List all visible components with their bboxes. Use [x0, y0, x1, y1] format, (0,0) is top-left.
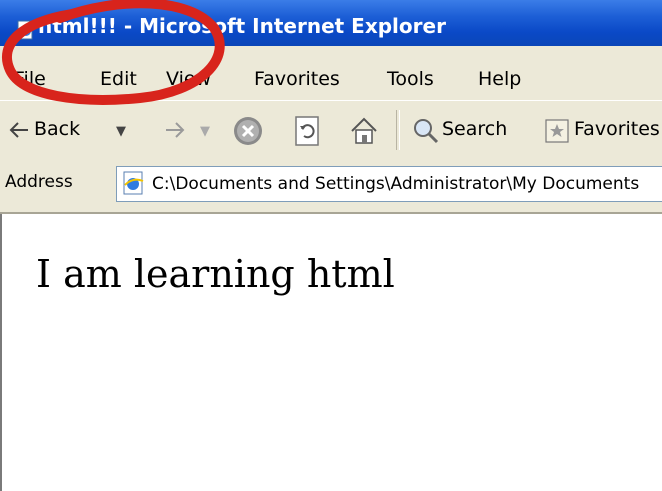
title-bar: html!!! - Microsoft Internet Explorer: [0, 0, 662, 46]
stop-icon[interactable]: [232, 115, 264, 147]
refresh-icon[interactable]: [292, 115, 322, 147]
ie-page-icon: [123, 171, 144, 195]
home-icon[interactable]: [348, 115, 380, 147]
forward-button[interactable]: ▼: [164, 112, 224, 150]
back-label: Back: [34, 118, 81, 140]
back-dropdown-icon[interactable]: ▼: [116, 124, 126, 139]
menu-edit[interactable]: Edit: [100, 68, 137, 90]
toolbar-separator: [396, 110, 400, 150]
page-text: I am learning html: [36, 252, 395, 296]
menu-favorites[interactable]: Favorites: [254, 68, 340, 90]
forward-dropdown-icon[interactable]: ▼: [200, 124, 210, 139]
search-label: Search: [442, 118, 508, 140]
forward-arrow-icon: [166, 122, 185, 138]
search-button[interactable]: Search: [410, 112, 530, 150]
menu-tools[interactable]: Tools: [387, 68, 434, 90]
ie-page-icon: [17, 20, 34, 40]
back-button[interactable]: Back ▼: [8, 112, 148, 150]
favorites-button[interactable]: Favorites: [544, 112, 662, 150]
window-title: html!!! - Microsoft Internet Explorer: [38, 14, 446, 38]
menu-file[interactable]: File: [14, 68, 46, 90]
address-label: Address: [5, 172, 73, 192]
favorites-icon: [545, 119, 569, 143]
search-icon: [414, 119, 439, 144]
favorites-label: Favorites: [574, 118, 660, 140]
address-input[interactable]: C:\Documents and Settings\Administrator\…: [152, 174, 639, 194]
back-arrow-icon: [9, 122, 28, 138]
menu-view[interactable]: View: [166, 68, 211, 90]
menu-help[interactable]: Help: [478, 68, 521, 90]
